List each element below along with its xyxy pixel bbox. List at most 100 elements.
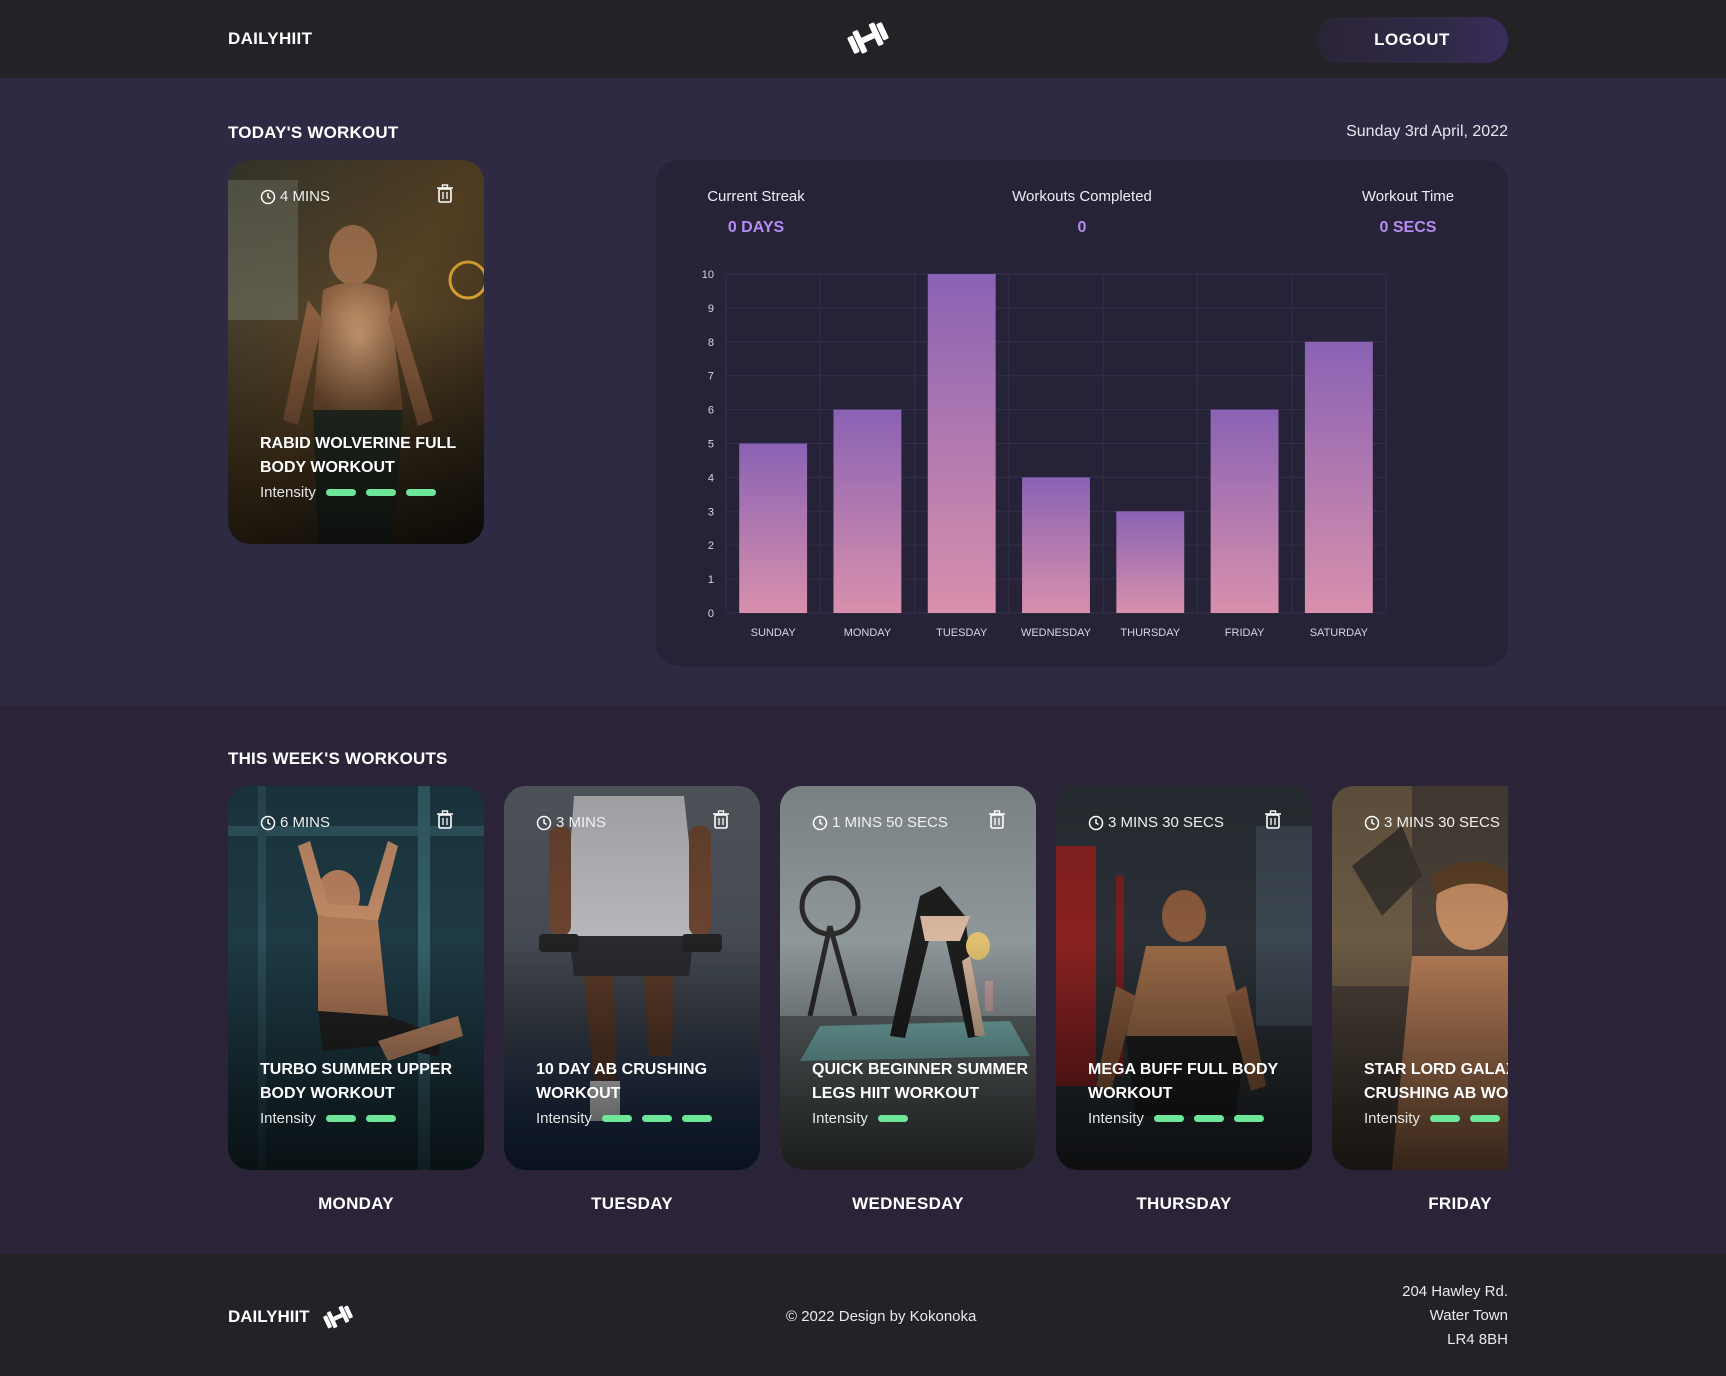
chart-x-tick-label: MONDAY — [844, 627, 892, 639]
todays-workout-heading: TODAY'S WORKOUT — [228, 123, 399, 142]
day-label-wednesday: WEDNESDAY — [852, 1194, 964, 1213]
intensity-label: Intensity — [260, 1110, 316, 1127]
weekly-workout-card[interactable]: 3 MINS 10 DAY AB CRUSHING WORKOUT Intens… — [504, 786, 760, 1170]
chart-bar-friday[interactable] — [1210, 409, 1279, 613]
workout-title: MEGA BUFF FULL BODY WORKOUT — [1088, 1061, 1279, 1102]
intensity-pill — [365, 1115, 396, 1122]
trash-icon[interactable] — [436, 184, 454, 204]
intensity-pills — [325, 1115, 396, 1122]
chart-y-tick-label: 0 — [708, 608, 714, 620]
intensity-label: Intensity — [1364, 1110, 1420, 1127]
day-label-thursday: THURSDAY — [1136, 1194, 1232, 1213]
chart-y-tick-label: 3 — [708, 506, 714, 518]
weekly-carousel[interactable]: 6 MINS TURBO SUMMER UPPER BODY WORKOUT I… — [228, 786, 1508, 1170]
intensity-meter: Intensity — [536, 1110, 712, 1127]
chart-bar-tuesday[interactable] — [927, 274, 996, 613]
intensity-pills — [1429, 1115, 1500, 1122]
trash-icon[interactable] — [436, 810, 454, 830]
footer-brand[interactable]: DAILYHIIT — [228, 1307, 310, 1327]
todays-workout-card[interactable]: 4 MINS RABID WOLVERINE FULL BODY WORKOUT… — [228, 160, 484, 544]
chart-x-tick-label: SUNDAY — [751, 627, 797, 639]
chart-bar-thursday[interactable] — [1116, 511, 1185, 613]
intensity-meter: Intensity — [1088, 1110, 1264, 1127]
intensity-pill — [365, 489, 396, 496]
address: 204 Hawley Rd. Water Town LR4 8BH — [1402, 1283, 1508, 1348]
chart-y-tick-label: 2 — [708, 540, 714, 552]
intensity-pill — [877, 1115, 908, 1122]
clock-icon — [1088, 815, 1104, 830]
logout-button[interactable]: LOGOUT — [1316, 17, 1508, 63]
chart-x-tick-label: THURSDAY — [1120, 627, 1180, 639]
chart-y-tick-label: 9 — [708, 303, 714, 315]
weekly-workout-card[interactable]: 6 MINS TURBO SUMMER UPPER BODY WORKOUT I… — [228, 786, 484, 1170]
intensity-label: Intensity — [1088, 1110, 1144, 1127]
intensity-meter: Intensity — [260, 484, 436, 501]
dumbbell-icon — [323, 1305, 353, 1329]
intensity-pill — [405, 489, 436, 496]
weekly-workout-card[interactable]: 3 MINS 30 SECS MEGA BUFF FULL BODY WORKO… — [1056, 786, 1312, 1170]
workout-duration: 1 MINS 50 SECS — [832, 814, 948, 831]
workout-duration: 3 MINS — [556, 814, 607, 831]
chart-bar-saturday[interactable] — [1304, 341, 1373, 613]
chart-y-tick-label: 6 — [708, 405, 714, 417]
intensity-pill — [601, 1115, 632, 1122]
chart-y-tick-label: 8 — [708, 337, 714, 349]
day-label-tuesday: TUESDAY — [591, 1194, 673, 1213]
chart-bar-sunday[interactable] — [739, 443, 808, 614]
chart-x-tick-label: WEDNESDAY — [1021, 627, 1092, 639]
chart-y-tick-label: 10 — [702, 269, 714, 281]
trash-icon[interactable] — [712, 810, 730, 830]
workout-duration: 3 MINS 30 SECS — [1108, 814, 1224, 831]
workout-duration: 3 MINS 30 SECS — [1384, 814, 1500, 831]
brand-name[interactable]: DAILYHIIT — [228, 29, 312, 49]
top-navbar: DAILYHIIT LOGOUT — [0, 0, 1726, 78]
chart-bar-wednesday[interactable] — [1022, 477, 1090, 613]
weekly-bar-chart: 0 1 2 3 4 5 6 7 8 9 10 SUNDAY MONDAY TUESDAY WEDNESDA… — [702, 269, 1387, 639]
weekly-workout-card[interactable]: 3 MINS 30 SECS STAR LORD GALAXY CRUSHING… — [1332, 786, 1508, 1170]
intensity-pills — [1153, 1115, 1264, 1122]
intensity-pills — [325, 489, 436, 496]
intensity-meter: Intensity — [260, 1110, 396, 1127]
workout-duration: 6 MINS — [280, 814, 331, 831]
chart-y-tick-label: 5 — [708, 439, 714, 451]
trash-icon[interactable] — [988, 810, 1006, 830]
trash-icon[interactable] — [1264, 810, 1282, 830]
intensity-pill — [325, 489, 356, 496]
intensity-pill — [641, 1115, 672, 1122]
chart-y-tick-label: 4 — [708, 472, 714, 484]
clock-icon — [260, 815, 276, 830]
intensity-pill — [681, 1115, 712, 1122]
workout-duration: 4 MINS — [280, 188, 331, 205]
copyright-text: © 2022 Design by Kokonoka — [786, 1308, 977, 1325]
intensity-label: Intensity — [260, 484, 316, 501]
intensity-pill — [1469, 1115, 1500, 1122]
intensity-pill — [1153, 1115, 1184, 1122]
clock-icon — [1364, 815, 1380, 830]
intensity-pill — [1193, 1115, 1224, 1122]
chart-bar-monday[interactable] — [833, 409, 902, 613]
chart-x-tick-label: SATURDAY — [1310, 627, 1369, 639]
intensity-meter: Intensity — [1364, 1110, 1500, 1127]
workout-title: TURBO SUMMER UPPER BODY WORKOUT — [260, 1061, 453, 1102]
clock-icon — [260, 189, 276, 204]
day-label-friday: FRIDAY — [1428, 1194, 1492, 1213]
workout-title: 10 DAY AB CRUSHING WORKOUT — [536, 1061, 708, 1102]
intensity-pill — [1429, 1115, 1460, 1122]
dumbbell-icon[interactable] — [846, 20, 890, 56]
intensity-pill — [325, 1115, 356, 1122]
chart-y-tick-label: 1 — [708, 574, 714, 586]
clock-icon — [812, 815, 828, 830]
clock-icon — [536, 815, 552, 830]
intensity-pills — [877, 1115, 908, 1122]
workout-title: STAR LORD GALAXY CRUSHING AB WORKOUT — [1364, 1061, 1508, 1102]
day-label-monday: MONDAY — [318, 1194, 394, 1213]
weekly-workouts-heading: THIS WEEK'S WORKOUTS — [228, 749, 448, 768]
stats-panel: Current Streak 0 DAYS Workouts Completed… — [656, 160, 1508, 666]
intensity-pills — [601, 1115, 712, 1122]
intensity-label: Intensity — [536, 1110, 592, 1127]
chart-x-tick-label: FRIDAY — [1225, 627, 1265, 639]
intensity-pill — [1233, 1115, 1264, 1122]
footer: DAILYHIIT © 2022 Design by Kokonoka 204 … — [0, 1254, 1726, 1376]
weekly-workout-card[interactable]: 1 MINS 50 SECS QUICK BEGINNER SUMMER LEG… — [780, 786, 1036, 1170]
intensity-label: Intensity — [812, 1110, 868, 1127]
